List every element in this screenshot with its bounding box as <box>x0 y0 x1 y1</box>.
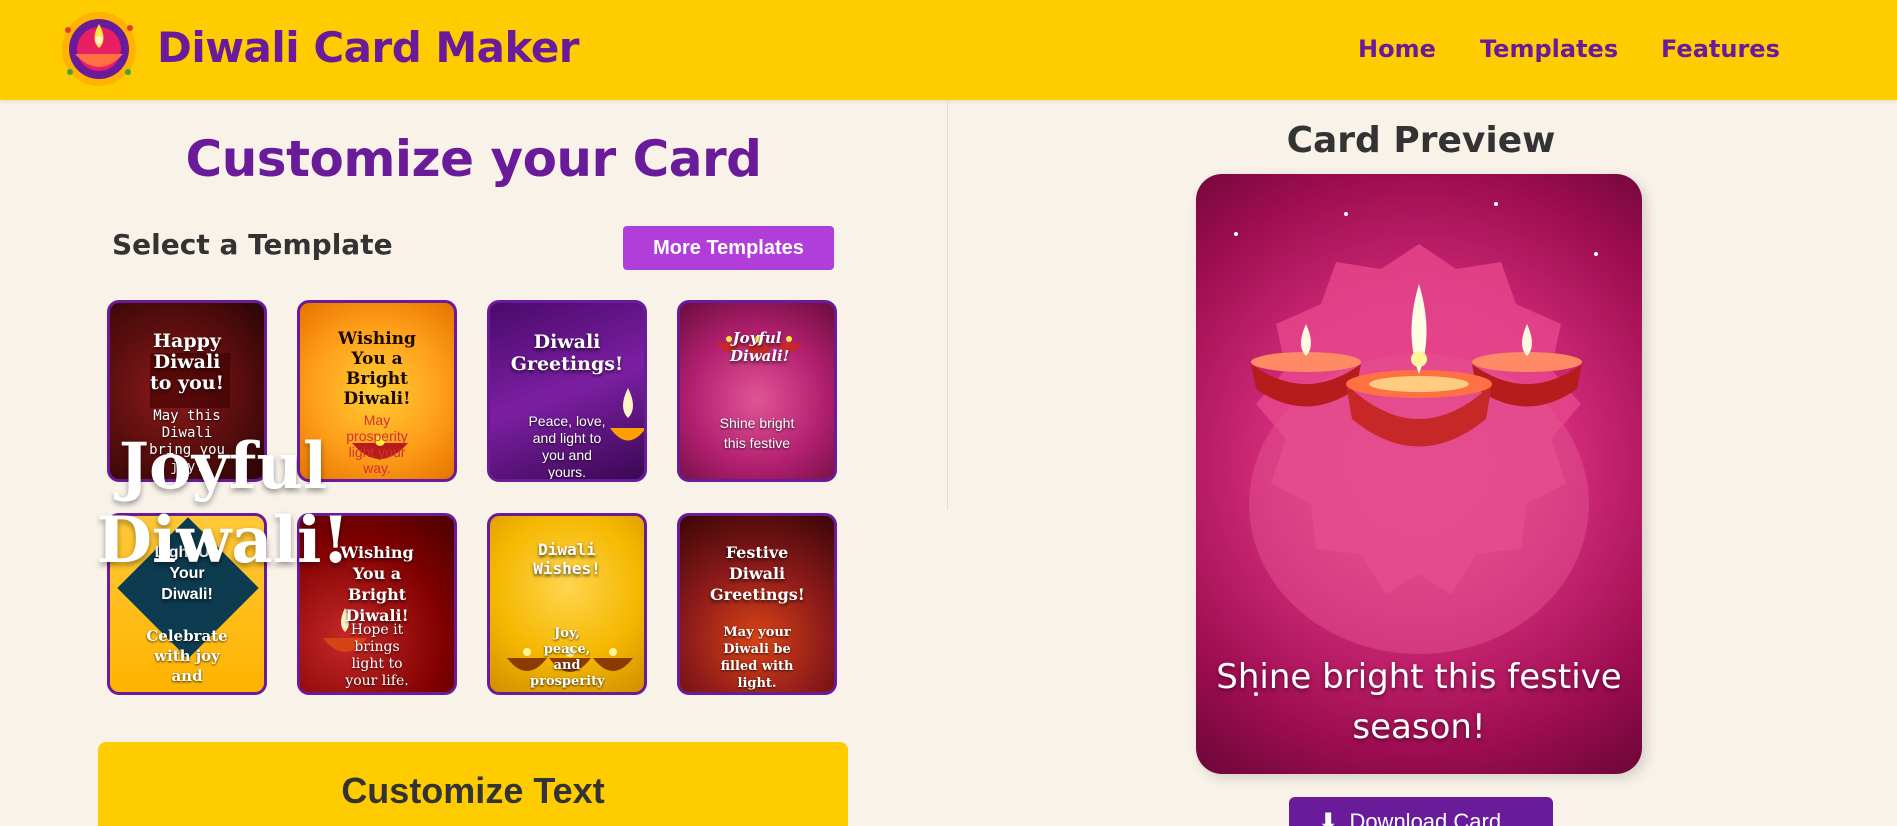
template-card-4[interactable]: Joyful Diwali! Shine bright this festive <box>677 300 837 482</box>
diya-logo-icon[interactable] <box>60 10 138 88</box>
template-message: Joy, peace, and prosperity to you. <box>530 626 605 692</box>
download-icon: ⬇ <box>1319 809 1338 826</box>
template-message: Peace, love, and light to you and yours. <box>528 413 606 480</box>
nav-features[interactable]: Features <box>1661 35 1780 63</box>
card-message: Shine bright this festive season! <box>1216 657 1622 747</box>
brand-title: Diwali Card Maker <box>157 23 580 72</box>
template-card-7[interactable]: Diwali Wishes! Joy, peace, and prosperit… <box>487 513 647 695</box>
template-title: Diwali Wishes! <box>533 540 601 578</box>
template-title: Joyful Diwali! <box>730 329 790 365</box>
template-message: Shine bright this festive <box>719 415 795 451</box>
template-message: Celebrate with joy and <box>146 627 228 685</box>
template-title: Happy Diwali to you! <box>150 330 224 394</box>
more-templates-button[interactable]: More Templates <box>623 226 834 270</box>
nav-templates[interactable]: Templates <box>1480 35 1618 63</box>
template-message: Hope it brings light to your life. <box>345 622 409 689</box>
customize-text-section: Customize Text <box>98 742 848 826</box>
header: Diwali Card Maker Home Templates Feature… <box>0 0 1897 100</box>
panel-divider <box>947 100 948 510</box>
template-card-8[interactable]: Festive Diwali Greetings! May your Diwal… <box>677 513 837 695</box>
download-button-label: Download Card <box>1349 809 1502 826</box>
template-message: May your Diwali be filled with light. <box>720 625 794 691</box>
template-title: Diwali Greetings! <box>510 331 624 375</box>
card-title-line2: Diwali! <box>96 503 350 578</box>
template-title: Wishing You a Bright Diwali! <box>338 329 416 409</box>
select-template-heading: Select a Template <box>112 228 393 261</box>
template-title: Festive Diwali Greetings! <box>710 543 805 604</box>
download-card-button[interactable]: ⬇ Download Card <box>1289 797 1553 826</box>
template-card-3[interactable]: Diwali Greetings! Peace, love, and light… <box>487 300 647 482</box>
customize-text-heading: Customize Text <box>341 770 605 811</box>
nav-home[interactable]: Home <box>1358 35 1436 63</box>
card-title-line1: Joyful <box>118 429 328 504</box>
card-preview-heading: Card Preview <box>1286 120 1556 161</box>
customize-heading: Customize your Card <box>185 130 762 188</box>
